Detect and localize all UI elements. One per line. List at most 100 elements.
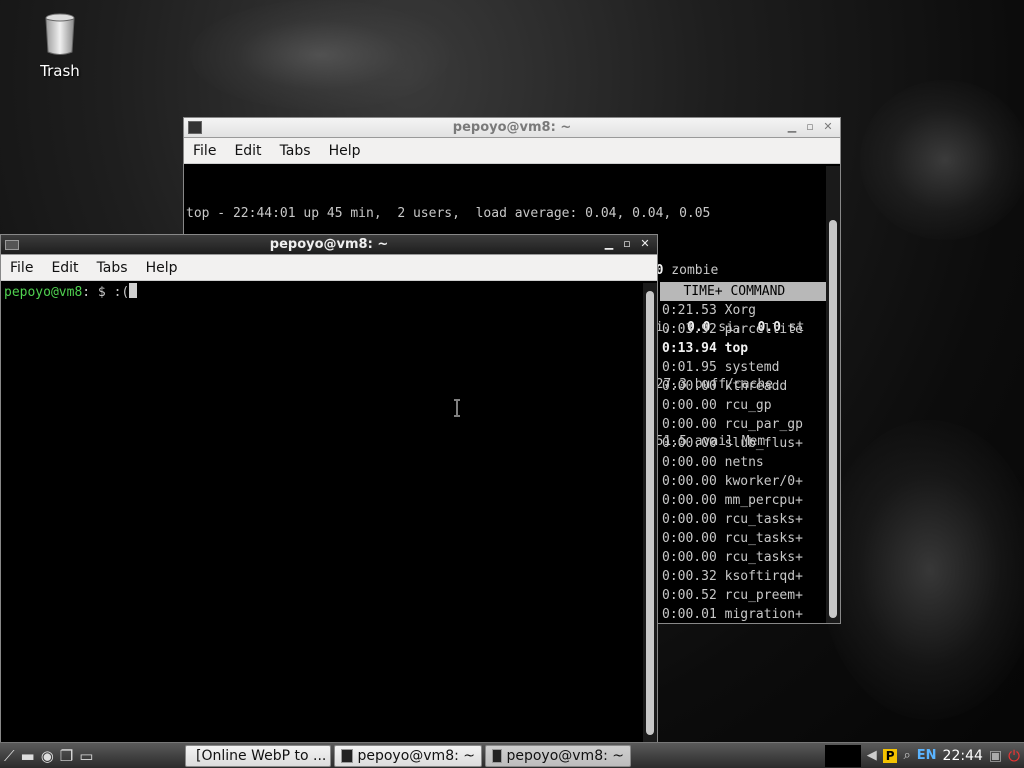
process-list: 0:21.53 Xorg 0:03.92 parcellite 0:13.94 to… [662,301,803,624]
process-time: 0:00.32 [662,569,717,584]
menu-tabs[interactable]: Tabs [271,143,320,159]
process-time: 0:00.00 [662,398,717,413]
menu-help[interactable]: Help [320,143,370,159]
trash-icon [45,13,75,55]
menu-file[interactable]: File [184,143,225,159]
process-row: 0:00.00 kthreadd [662,377,803,396]
browser-icon[interactable]: ◉ [41,747,54,765]
process-row: 0:00.00 rcu_gp [662,396,803,415]
process-time: 0:00.00 [662,493,717,508]
terminal-input-area[interactable]: pepoyo@vm8: $ :( [4,283,644,743]
process-row: 0:00.00 rcu_tasks+ [662,510,803,529]
terminal-icon [341,748,354,763]
process-time: 0:00.00 [662,474,717,489]
scrollbar[interactable] [643,283,657,743]
task-terminal-2[interactable]: pepoyo@vm8: ~ [485,744,631,767]
scrollbar[interactable] [826,166,840,623]
menu-file[interactable]: File [1,260,42,276]
minimize-icon[interactable]: ▁ [601,237,617,250]
process-row: 0:00.01 migration+ [662,605,803,624]
process-row: 0:03.92 parcellite [662,320,803,339]
scrollbar-thumb[interactable] [646,291,654,735]
process-time: 0:03.92 [662,322,717,337]
terminal-window-front[interactable]: pepoyo@vm8: ~ ▁ ▫ ✕ File Edit Tabs Help … [0,234,658,744]
menu-help[interactable]: Help [137,260,187,276]
process-row: 0:00.52 rcu_preem+ [662,586,803,605]
menu-edit[interactable]: Edit [42,260,87,276]
maximize-icon[interactable]: ▫ [619,237,635,250]
parcellite-icon[interactable]: P [882,748,898,763]
close-icon[interactable]: ✕ [637,237,653,250]
process-time: 0:00.00 [662,417,717,432]
task-terminal-1[interactable]: pepoyo@vm8: ~ [334,744,482,767]
task-browser[interactable]: [Online WebP to ... [185,744,331,767]
power-icon[interactable]: ⏻ [1008,747,1020,765]
window-title: pepoyo@vm8: ~ [269,237,389,252]
process-row: 0:00.00 kworker/0+ [662,472,803,491]
process-command: rcu_tasks+ [724,512,803,527]
process-time: 0:13.94 [662,341,717,356]
title-bar[interactable]: pepoyo@vm8: ~ ▁ ▫ ✕ [1,235,657,255]
process-time: 0:00.00 [662,379,717,394]
folder-icon[interactable]: ▬ [21,747,35,765]
process-time: 0:00.00 [662,436,717,451]
windows-icon[interactable]: ❐ [60,747,73,765]
wallpaper-streak [190,0,450,110]
process-row: 0:01.95 systemd [662,358,803,377]
process-command: rcu_tasks+ [724,531,803,546]
top-summary-line: top - 22:44:01 up 45 min, 2 users, load … [186,206,711,221]
menu-bar: File Edit Tabs Help [1,255,657,281]
menu-tabs[interactable]: Tabs [88,260,137,276]
menu-edit[interactable]: Edit [225,143,270,159]
task-label: pepoyo@vm8: ~ [506,747,624,764]
task-label: [Online WebP to ... [196,747,327,764]
process-row: 0:00.00 slub_flus+ [662,434,803,453]
wallpaper-streak [820,420,1024,720]
process-row: 0:00.00 rcu_tasks+ [662,548,803,567]
process-time: 0:00.52 [662,588,717,603]
close-icon[interactable]: ✕ [820,120,836,133]
taskbar: ⟋ ▬ ◉ ❐ ▭ [Online WebP to ... pepoyo@vm8… [0,742,1024,768]
process-command: rcu_par_gp [724,417,803,432]
process-command: rcu_gp [724,398,772,413]
trash-label: Trash [40,62,80,80]
maximize-icon[interactable]: ▫ [802,120,818,133]
process-row: 0:00.00 netns [662,453,803,472]
ibeam-cursor-icon [454,399,460,417]
process-command: top [724,341,749,356]
process-command: slub_flus+ [724,436,803,451]
terminal-icon [188,121,202,134]
process-time: 0:00.00 [662,550,717,565]
process-time: 0:00.00 [662,512,717,527]
process-command: kthreadd [724,379,788,394]
terminal-icon [492,748,503,763]
process-command: mm_percpu+ [724,493,803,508]
process-command: systemd [724,360,780,375]
process-row: 0:00.32 ksoftirqd+ [662,567,803,586]
window-title: pepoyo@vm8: ~ [452,120,572,135]
menu-launcher-icon[interactable]: ⟋ [4,747,15,765]
process-command: migration+ [724,607,803,622]
volume-icon[interactable]: ◀ [867,748,877,763]
network-icon[interactable]: ▣ [989,748,1002,764]
prompt-separator: : [82,285,91,300]
title-bar[interactable]: pepoyo@vm8: ~ ▁ ▫ ✕ [184,118,840,138]
process-row: 0:13.94 top [662,339,803,358]
wallpaper-streak [860,80,1024,240]
process-command: rcu_preem+ [724,588,803,603]
search-icon[interactable]: ⌕ [903,748,910,763]
desktop-icon[interactable]: ▭ [79,747,93,765]
prompt-text: $ :( [90,285,130,300]
keyboard-language[interactable]: EN [917,748,937,763]
clock[interactable]: 22:44 [943,748,983,764]
process-table-header: TIME+ COMMAND [660,282,826,301]
trash-desktop-icon[interactable]: Trash [20,12,100,80]
process-row: 0:00.00 rcu_tasks+ [662,529,803,548]
scrollbar-thumb[interactable] [829,220,837,618]
process-command: Xorg [724,303,756,318]
process-command: rcu_tasks+ [724,550,803,565]
minimize-icon[interactable]: ▁ [784,120,800,133]
process-command: ksoftirqd+ [724,569,803,584]
terminal-icon [5,240,19,250]
tray-blank-area [824,744,861,767]
